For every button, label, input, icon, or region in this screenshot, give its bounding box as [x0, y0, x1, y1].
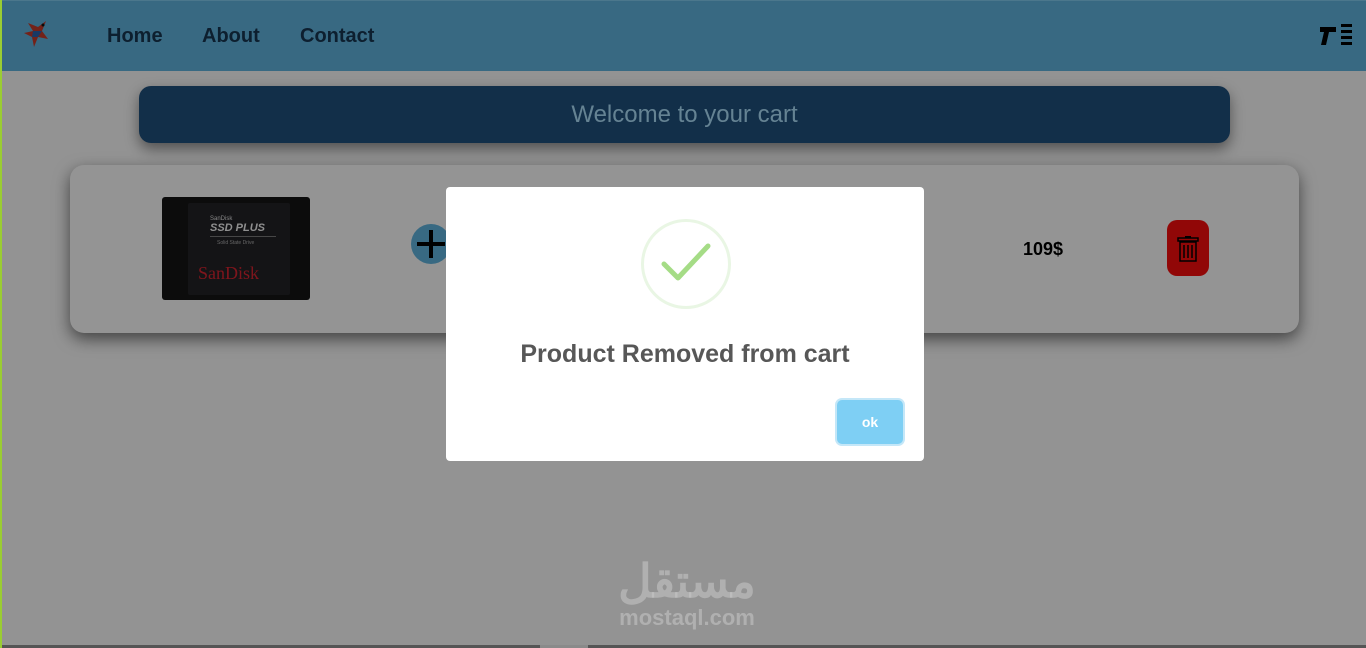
- success-ring: [641, 219, 731, 309]
- watermark-latin: mostaql.com: [619, 605, 755, 630]
- watermark: مستقل mostaql.com: [602, 556, 772, 630]
- dialog-title: Product Removed from cart: [520, 340, 850, 368]
- watermark-arabic: مستقل: [618, 555, 756, 607]
- ok-button[interactable]: ok: [837, 400, 903, 444]
- alert-dialog: Product Removed from cart ok: [446, 187, 924, 461]
- check-icon: [661, 243, 711, 281]
- page: Home About Contact Welcome to your cart …: [0, 0, 1366, 648]
